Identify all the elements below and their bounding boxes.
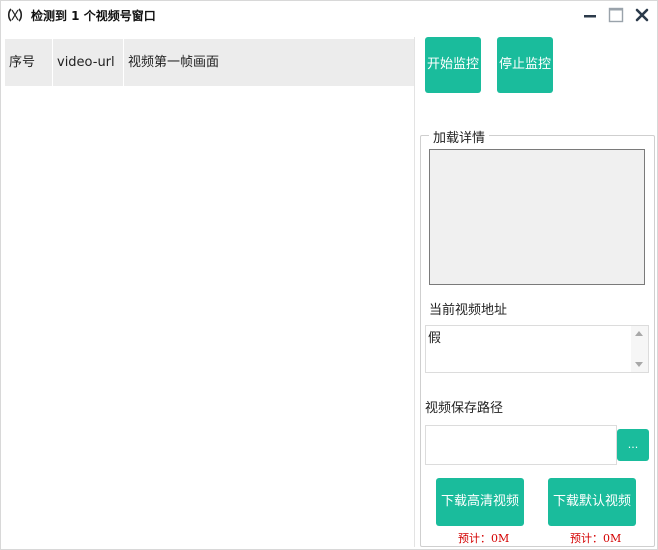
column-header-first-frame[interactable]: 视频第一帧画面 [124,39,414,86]
bracket-logo-icon [7,8,23,22]
current-url-textarea[interactable]: 假 [425,325,649,373]
estimate-default-size: 预计：0M [570,532,622,545]
close-icon[interactable] [633,6,651,24]
stop-monitor-button[interactable]: 停止监控 [497,37,553,93]
panel-divider [414,37,415,547]
title-bar[interactable]: 检测到 1 个视频号窗口 [1,1,657,29]
column-header-video-url[interactable]: video-url [53,39,124,86]
save-path-input[interactable] [425,425,617,465]
frame-preview [429,149,645,285]
download-hd-button[interactable]: 下载高清视频 [436,478,524,526]
minimize-icon[interactable] [581,6,599,24]
video-table[interactable]: 序号 video-url 视频第一帧画面 [4,37,416,547]
scroll-up-icon[interactable] [635,331,643,336]
browse-path-button[interactable]: ... [617,429,649,461]
url-scrollbar[interactable] [631,326,648,372]
download-default-button[interactable]: 下载默认视频 [548,478,636,526]
start-monitor-button[interactable]: 开始监控 [425,37,481,93]
estimate-hd-size: 预计：0M [458,532,510,545]
column-header-index[interactable]: 序号 [5,39,53,86]
current-url-label: 当前视频地址 [429,303,508,318]
window-title: 检测到 1 个视频号窗口 [31,9,156,23]
save-path-label: 视频保存路径 [425,401,504,416]
load-details-legend: 加载详情 [429,127,490,146]
table-header: 序号 video-url 视频第一帧画面 [5,39,414,86]
scroll-down-icon[interactable] [635,362,643,367]
current-url-value: 假 [428,331,442,346]
app-window: 检测到 1 个视频号窗口 序号 video-url 视频第一帧画面 开始监控 停… [0,0,658,550]
maximize-icon[interactable] [607,6,625,24]
